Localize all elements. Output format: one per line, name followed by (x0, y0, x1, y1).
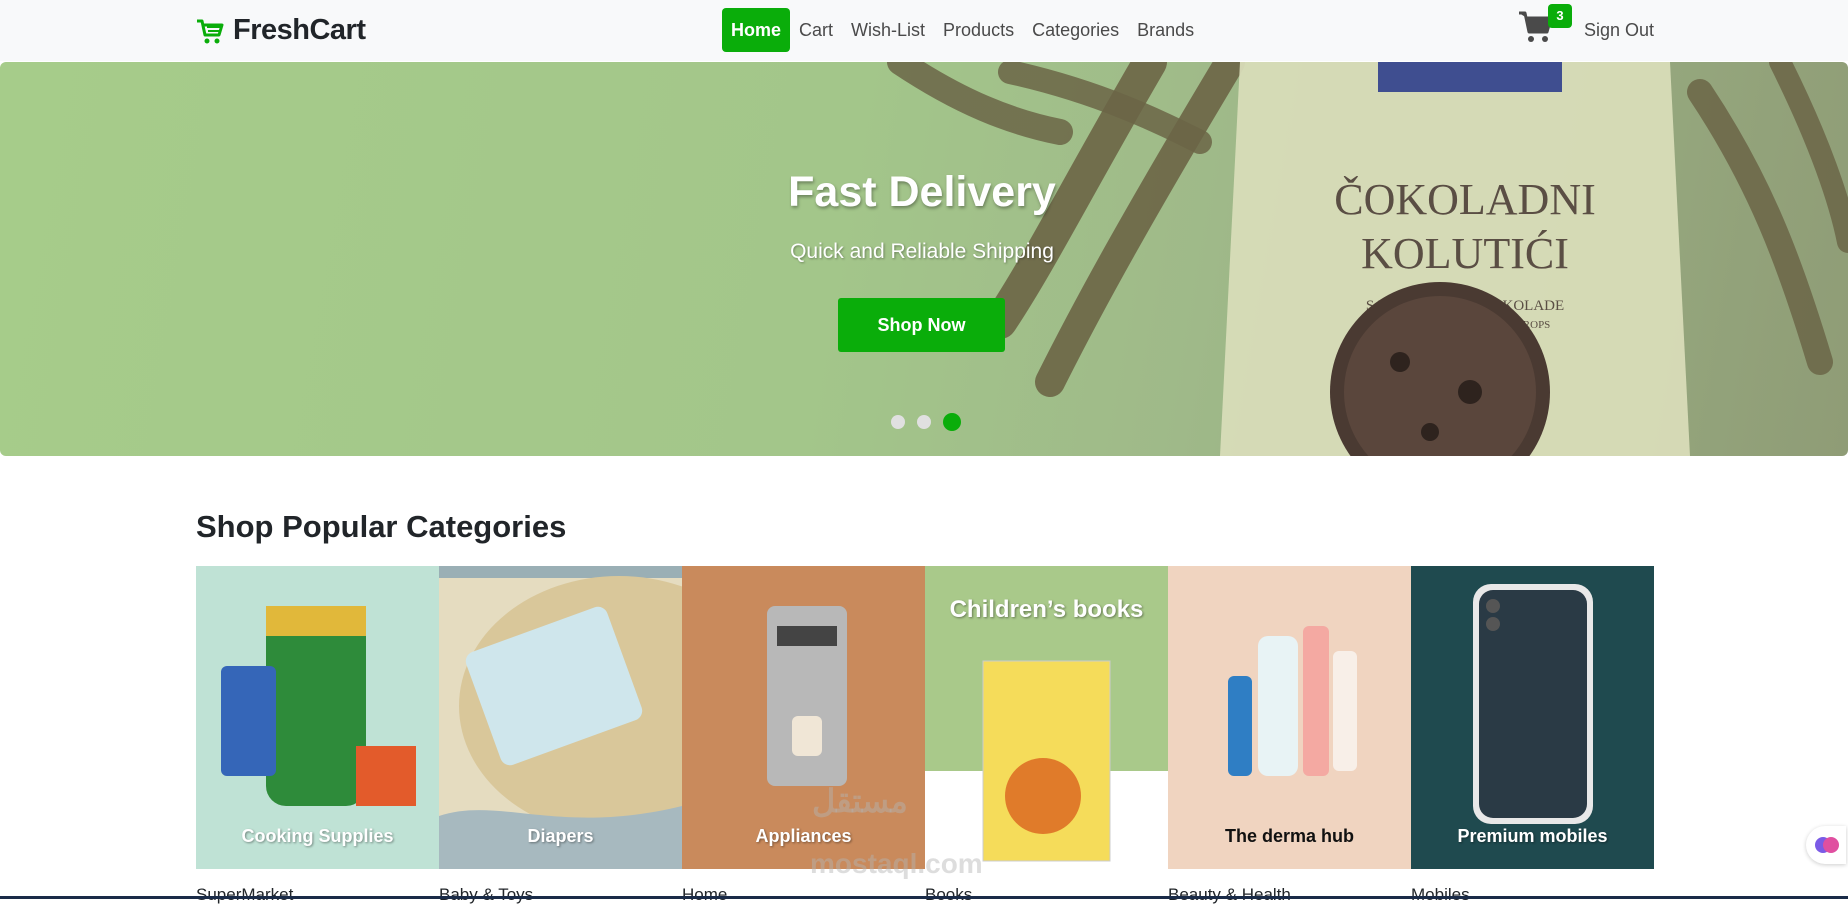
category-card-books[interactable]: Children’s books (925, 566, 1168, 869)
category-image (1228, 626, 1357, 776)
hero-slider: ČOKOLADNI KOLUTIĆI S KOMADIČIMA ČOKOLADE… (0, 62, 1848, 456)
category-image (439, 566, 682, 869)
category-caption: Appliances (755, 826, 852, 846)
brand-logo[interactable]: FreshCart (195, 14, 366, 47)
category-card-supermarket[interactable]: Cooking Supplies (196, 566, 439, 869)
category-name: SuperMarket (196, 885, 294, 904)
category-image (767, 606, 847, 786)
cart-count-badge: 3 (1548, 4, 1572, 28)
nav-wishlist[interactable]: Wish-List (842, 8, 934, 52)
cart-button[interactable]: 3 (1518, 4, 1572, 46)
nav-categories[interactable]: Categories (1023, 8, 1128, 52)
category-name: Beauty & Health (1168, 885, 1291, 904)
category-name: Books (925, 885, 973, 904)
nav-cart[interactable]: Cart (790, 8, 842, 52)
category-name: Mobiles (1411, 885, 1470, 904)
category-names: SuperMarket Baby & Toys Home Books Beaut… (196, 885, 1654, 905)
category-slider: Cooking Supplies Diapers Appliances Chil… (196, 566, 1654, 869)
category-name: Baby & Toys (439, 885, 534, 904)
nav-brands[interactable]: Brands (1128, 8, 1203, 52)
category-card-baby-toys[interactable]: Diapers (439, 566, 682, 869)
category-image (1473, 584, 1593, 824)
brain-icon (1815, 837, 1839, 853)
nav-home[interactable]: Home (722, 8, 791, 52)
category-name: Home (682, 885, 728, 904)
category-caption: The derma hub (1224, 826, 1354, 846)
cart-icon (197, 19, 224, 43)
category-caption: Children’s books (949, 596, 1144, 623)
side-widget-button[interactable] (1806, 826, 1846, 864)
nav-products[interactable]: Products (934, 8, 1023, 52)
category-card-home[interactable]: Appliances (682, 566, 925, 869)
brand-name: FreshCart (233, 14, 366, 46)
navbar: FreshCart Home Cart Wish-List Products C… (0, 0, 1848, 61)
slider-dot-3[interactable] (943, 413, 961, 431)
watermark-url: mostaql.com (810, 848, 983, 879)
category-image (221, 606, 416, 806)
hero-title: Fast Delivery (788, 168, 1056, 216)
nav-links: Home Cart Wish-List Products Categories … (722, 8, 1203, 52)
slider-dots (891, 413, 961, 431)
category-card-beauty-health[interactable]: The derma hub (1168, 566, 1411, 869)
shop-now-button[interactable]: Shop Now (838, 298, 1005, 352)
slider-dot-1[interactable] (891, 415, 905, 429)
category-caption: Cooking Supplies (241, 826, 394, 846)
slider-dot-2[interactable] (917, 415, 931, 429)
sign-out-link[interactable]: Sign Out (1584, 20, 1654, 41)
watermark-logo: مستقل (812, 783, 908, 819)
category-card-mobiles[interactable]: Premium mobiles (1411, 566, 1654, 869)
hero-subtitle: Quick and Reliable Shipping (790, 240, 1054, 263)
category-caption: Premium mobiles (1457, 826, 1608, 846)
category-caption: Diapers (527, 826, 594, 846)
section-title: Shop Popular Categories (196, 509, 567, 544)
